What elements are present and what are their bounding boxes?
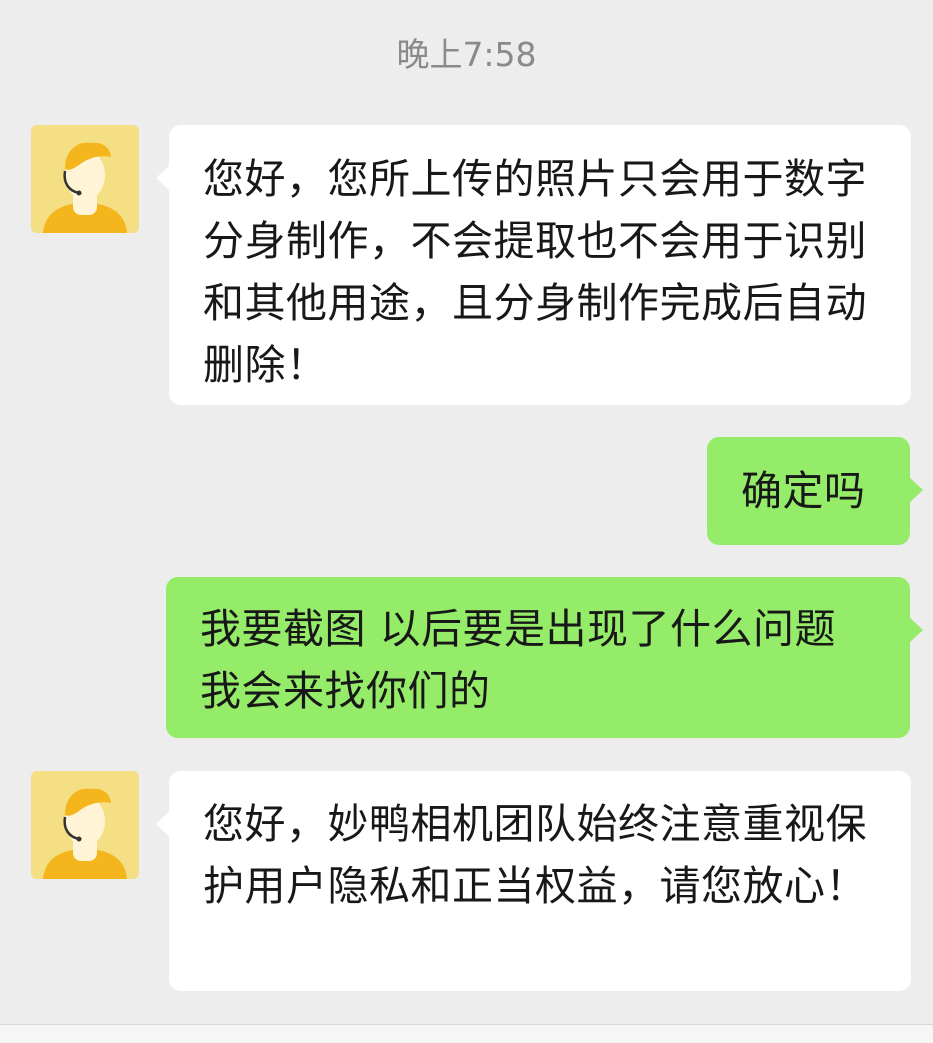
- input-bar: [0, 1025, 933, 1043]
- customer-service-headset-icon: [31, 125, 139, 233]
- agent-avatar[interactable]: [31, 125, 139, 233]
- outgoing-message-bubble[interactable]: 我要截图 以后要是出现了什么问题 我会来找你们的: [166, 577, 923, 738]
- bubble-tail: [156, 165, 170, 191]
- bubble-tail: [909, 477, 923, 503]
- message-text: 我要截图 以后要是出现了什么问题 我会来找你们的: [200, 605, 837, 715]
- bubble-tail: [909, 617, 923, 643]
- outgoing-message-bubble[interactable]: 确定吗: [707, 437, 923, 545]
- message-text: 确定吗: [741, 467, 866, 515]
- message-text: 您好，您所上传的照片只会用于数字分身制作，不会提取也不会用于识别和其他用途，且分…: [203, 155, 867, 389]
- chat-timestamp: 晚上7:58: [396, 35, 537, 74]
- customer-service-headset-icon: [31, 771, 139, 879]
- agent-avatar[interactable]: [31, 771, 139, 879]
- message-text: 您好，妙鸭相机团队始终注意重视保护用户隐私和正当权益，请您放心！: [203, 800, 867, 910]
- bubble-tail: [156, 811, 170, 837]
- incoming-message-bubble[interactable]: 您好，妙鸭相机团队始终注意重视保护用户隐私和正当权益，请您放心！: [156, 771, 911, 991]
- incoming-message-bubble[interactable]: 您好，您所上传的照片只会用于数字分身制作，不会提取也不会用于识别和其他用途，且分…: [156, 125, 911, 405]
